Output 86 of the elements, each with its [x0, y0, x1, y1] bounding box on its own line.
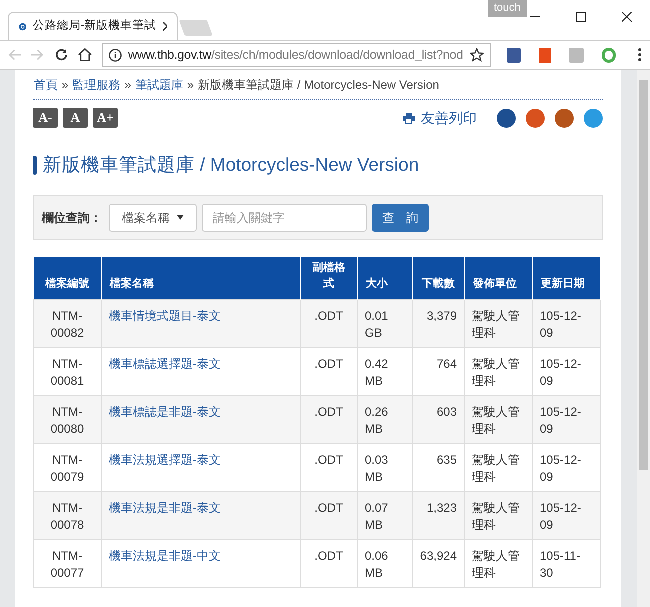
table-cell: 1,323 — [412, 491, 464, 539]
tab-title: 公路總局-新版機車筆試 — [32, 18, 157, 34]
file-link[interactable]: 機車法規是非題-中文 — [109, 548, 221, 562]
file-link[interactable]: 機車標誌選擇題-泰文 — [109, 356, 221, 370]
table-cell: 駕駛人管理科 — [464, 299, 532, 347]
extension-icon[interactable] — [506, 48, 521, 62]
table-cell: 0.06 MB — [358, 539, 412, 587]
table-cell: 0.01 GB — [358, 299, 412, 347]
table-cell: 764 — [412, 347, 464, 395]
keyword-input[interactable]: 請輸入關鍵字 — [202, 204, 367, 232]
info-icon[interactable] — [109, 48, 122, 62]
table-cell: NTM-00080 — [34, 395, 102, 443]
google-plus-icon[interactable] — [526, 108, 545, 128]
browser-tab[interactable]: 公路總局-新版機車筆試 — [8, 12, 178, 40]
table-cell: .ODT — [300, 539, 358, 587]
table-cell: NTM-00079 — [34, 443, 102, 491]
column-header: 下載數 — [412, 257, 464, 299]
close-window-icon[interactable] — [622, 12, 632, 22]
column-header: 副檔格式 — [300, 257, 358, 299]
table-cell: 駕駛人管理科 — [464, 491, 532, 539]
table-cell: NTM-00078 — [34, 491, 102, 539]
office-icon[interactable] — [538, 48, 552, 62]
file-link[interactable]: 機車標誌是非題-泰文 — [109, 404, 221, 418]
search-label: 欄位查詢： — [42, 210, 103, 226]
share-icon[interactable] — [555, 108, 574, 128]
print-link[interactable]: 友善列印 — [421, 108, 477, 128]
file-link[interactable]: 機車法規是非題-泰文 — [109, 500, 221, 514]
breadcrumb-text: » — [124, 76, 132, 94]
field-dropdown[interactable]: 檔案名稱 — [109, 204, 197, 232]
column-header: 發佈單位 — [464, 257, 532, 299]
breadcrumb-text: » — [62, 76, 69, 94]
printer-icon[interactable] — [403, 112, 415, 124]
breadcrumb-link[interactable]: 首頁 — [34, 76, 58, 94]
search-button[interactable]: 查 詢 — [372, 204, 429, 232]
touch-label: touch — [488, 0, 527, 17]
table-cell: 105-12-09 — [532, 443, 600, 491]
facebook-icon[interactable] — [497, 108, 516, 128]
column-header: 檔案名稱 — [102, 257, 300, 299]
column-header: 檔案編號 — [34, 257, 102, 299]
twitter-icon[interactable] — [584, 108, 603, 128]
table-cell: 105-12-09 — [532, 395, 600, 443]
table-cell: NTM-00077 — [34, 539, 102, 587]
menu-icon[interactable] — [638, 48, 642, 62]
table-cell: 63,924 — [412, 539, 464, 587]
table-cell: 105-11-30 — [532, 539, 600, 587]
table-cell: 635 — [412, 443, 464, 491]
font-size-button[interactable]: A- — [33, 108, 58, 128]
table-cell: NTM-00082 — [34, 299, 102, 347]
table-cell: 駕駛人管理科 — [464, 539, 532, 587]
breadcrumb-text: » — [187, 76, 194, 94]
table-cell: 3,379 — [412, 299, 464, 347]
caret-icon — [177, 215, 184, 220]
table-cell: 105-12-09 — [532, 347, 600, 395]
table-cell: 105-12-09 — [532, 491, 600, 539]
table-cell: 0.03 MB — [358, 443, 412, 491]
table-cell: .ODT — [300, 299, 358, 347]
table-cell: .ODT — [300, 491, 358, 539]
file-link[interactable]: 機車情境式題目-泰文 — [109, 308, 221, 322]
table-cell: 駕駛人管理科 — [464, 347, 532, 395]
table-cell: .ODT — [300, 347, 358, 395]
page-title: 新版機車筆試題庫 / Motorcycles-New Version — [43, 153, 420, 178]
scrollbar[interactable] — [637, 70, 650, 607]
table-cell: .ODT — [300, 395, 358, 443]
column-header: 更新日期 — [532, 257, 600, 299]
table-cell: 0.42 MB — [358, 347, 412, 395]
table-cell: 105-12-09 — [532, 299, 600, 347]
file-link[interactable]: 機車法規選擇題-泰文 — [109, 452, 221, 466]
address-bar[interactable]: www.thb.gov.tw/sites/ch/modules/download/download_list?nod — [102, 43, 491, 67]
table-cell: NTM-00081 — [34, 347, 102, 395]
breadcrumb-text: 新版機車筆試題庫 / Motorcycles-New Version — [198, 76, 440, 94]
table-cell: 0.07 MB — [358, 491, 412, 539]
home-icon[interactable] — [78, 48, 92, 62]
breadcrumb-link[interactable]: 監理服務 — [72, 76, 121, 94]
star-icon[interactable] — [470, 48, 484, 62]
table-cell: 駕駛人管理科 — [464, 395, 532, 443]
column-header: 大小 — [358, 257, 412, 299]
table-cell: 駕駛人管理科 — [464, 443, 532, 491]
font-size-button[interactable]: A+ — [93, 108, 118, 128]
table-cell: 603 — [412, 395, 464, 443]
reload-icon[interactable] — [54, 48, 68, 62]
table-cell: 0.26 MB — [358, 395, 412, 443]
font-size-button[interactable]: A — [63, 108, 88, 128]
maximize-icon[interactable] — [576, 12, 586, 22]
url-text: www.thb.gov.tw/sites/ch/modules/download/download_list?nod — [128, 46, 464, 64]
table-cell: .ODT — [300, 443, 358, 491]
breadcrumb-link[interactable]: 筆試題庫 — [135, 76, 184, 94]
